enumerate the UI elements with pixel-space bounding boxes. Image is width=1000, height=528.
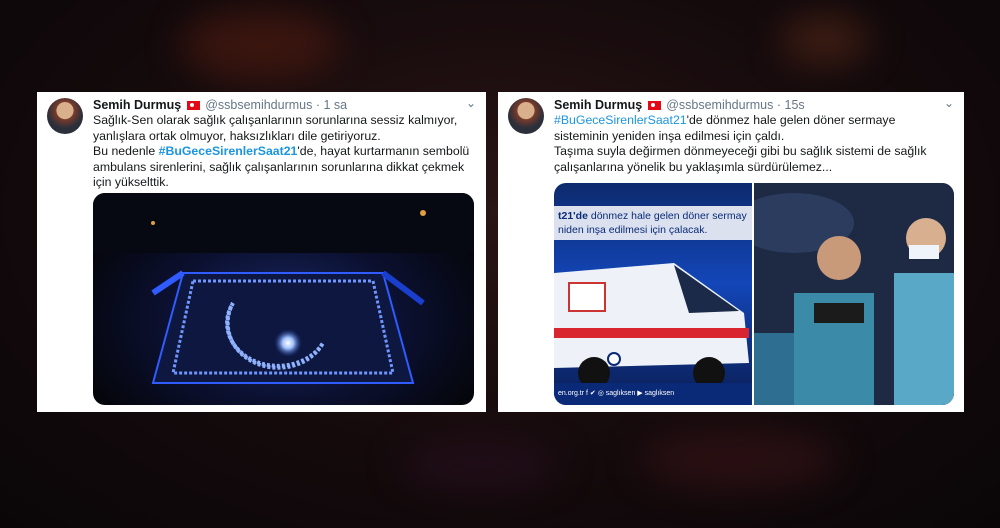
tweet-line: Bu nedenle #BuGeceSirenlerSaat21'de, hay… [93, 144, 474, 191]
hashtag-link[interactable]: #BuGeceSirenlerSaat21 [554, 113, 687, 127]
aerial-night-image [93, 193, 474, 384]
turkish-flag-icon [186, 101, 200, 110]
chevron-down-icon[interactable]: ⌄ [944, 96, 954, 110]
tweet-header: Semih Durmuş @ssbsemihdurmus · 1 sa [93, 97, 476, 113]
ambulance-image[interactable]: t21'de dönmez hale gelen döner sermay ni… [554, 183, 752, 405]
tweet-text: Sağlık-Sen olarak sağlık çalışanlarının … [93, 113, 474, 191]
tweet-card: Semih Durmuş @ssbsemihdurmus · 15s ⌄ #Bu… [498, 92, 964, 412]
tweet-time[interactable]: 15s [785, 98, 805, 112]
background-bokeh [180, 10, 340, 80]
tweet-line: Taşıma suyla değirmen dönmeyeceği gibi b… [554, 144, 927, 174]
turkish-flag-icon [647, 101, 661, 110]
background-bokeh [780, 15, 870, 65]
tweet-header: Semih Durmuş @ssbsemihdurmus · 15s [554, 97, 954, 113]
background-bokeh [400, 440, 560, 490]
tweet-line: Sağlık-Sen olarak sağlık çalışanlarının … [93, 113, 458, 143]
text-fragment: Bu nedenle [93, 144, 159, 158]
user-handle[interactable]: @ssbsemihdurmus [205, 98, 312, 112]
people-illustration [754, 183, 954, 405]
avatar[interactable] [47, 98, 83, 134]
avatar[interactable] [508, 98, 544, 134]
background-bokeh [640, 430, 840, 490]
tweet-card: Semih Durmuş @ssbsemihdurmus · 1 sa ⌄ Sa… [37, 92, 486, 412]
tweet-media[interactable] [93, 193, 474, 405]
user-name[interactable]: Semih Durmuş [554, 98, 642, 112]
separator: · [776, 98, 782, 112]
tweet-text: #BuGeceSirenlerSaat21'de dönmez hale gel… [554, 113, 952, 175]
tweet-media[interactable]: t21'de dönmez hale gelen döner sermay ni… [554, 183, 954, 405]
tweet-time[interactable]: 1 sa [324, 98, 348, 112]
chevron-down-icon[interactable]: ⌄ [466, 96, 476, 110]
media-footer: en.org.tr f ✔ ◎ saglıksen ▶ saglıksen [554, 383, 752, 405]
ambulance-illustration [554, 263, 749, 389]
people-image[interactable] [754, 183, 954, 405]
hashtag-link[interactable]: #BuGeceSirenlerSaat21 [159, 144, 298, 158]
user-name[interactable]: Semih Durmuş [93, 98, 181, 112]
tweet-line: #BuGeceSirenlerSaat21'de dönmez hale gel… [554, 113, 952, 144]
separator: · [315, 98, 321, 112]
user-handle[interactable]: @ssbsemihdurmus [666, 98, 773, 112]
